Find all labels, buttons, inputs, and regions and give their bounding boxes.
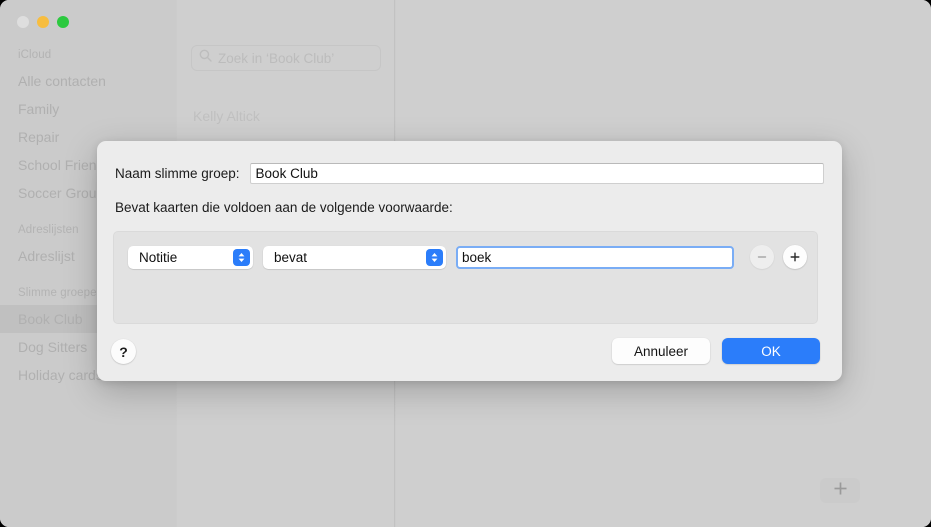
add-contact-button[interactable] bbox=[820, 478, 860, 503]
ok-button[interactable]: OK bbox=[722, 338, 820, 364]
chevron-updown-icon bbox=[426, 248, 443, 266]
sidebar-item-alle-contacten[interactable]: Alle contacten bbox=[0, 67, 176, 95]
close-button-icon[interactable] bbox=[17, 16, 29, 28]
sidebar-section-header-icloud: iCloud bbox=[18, 49, 52, 61]
condition-description-label: Bevat kaarten die voldoen aan de volgend… bbox=[115, 200, 453, 215]
plus-icon bbox=[790, 252, 800, 262]
minimize-button-icon[interactable] bbox=[37, 16, 49, 28]
search-icon bbox=[199, 49, 212, 67]
condition-attribute-select[interactable]: Notitie bbox=[128, 245, 253, 269]
remove-condition-button[interactable] bbox=[750, 245, 774, 269]
chevron-updown-icon bbox=[233, 248, 250, 266]
smart-group-dialog: Naam slimme groep: Book Club Bevat kaart… bbox=[97, 141, 842, 381]
list-item[interactable]: Kelly Altick bbox=[193, 108, 260, 124]
maximize-button-icon[interactable] bbox=[57, 16, 69, 28]
contacts-window: iCloud Alle contacten Family Repair Scho… bbox=[0, 0, 931, 527]
condition-attribute-value: Notitie bbox=[139, 249, 178, 265]
search-placeholder: Zoek in ‘Book Club’ bbox=[218, 50, 335, 66]
smart-group-name-input[interactable]: Book Club bbox=[249, 163, 824, 184]
condition-value-input[interactable]: boek bbox=[456, 245, 734, 269]
dialog-button-bar: Annuleer OK bbox=[612, 338, 820, 364]
window-controls bbox=[17, 16, 69, 28]
minus-icon bbox=[757, 256, 767, 258]
cancel-button[interactable]: Annuleer bbox=[612, 338, 710, 364]
conditions-groupbox: Notitie bevat boek bbox=[113, 231, 818, 324]
help-button[interactable]: ? bbox=[111, 339, 136, 364]
plus-icon bbox=[833, 481, 848, 501]
add-condition-button[interactable] bbox=[783, 245, 807, 269]
search-field[interactable]: Zoek in ‘Book Club’ bbox=[191, 45, 381, 71]
condition-operator-value: bevat bbox=[274, 249, 308, 265]
condition-operator-select[interactable]: bevat bbox=[263, 245, 446, 269]
sidebar-item-family[interactable]: Family bbox=[0, 95, 176, 123]
name-row: Naam slimme groep: Book Club bbox=[115, 163, 824, 184]
condition-row: Notitie bevat boek bbox=[128, 245, 807, 269]
name-label: Naam slimme groep: bbox=[115, 166, 240, 181]
